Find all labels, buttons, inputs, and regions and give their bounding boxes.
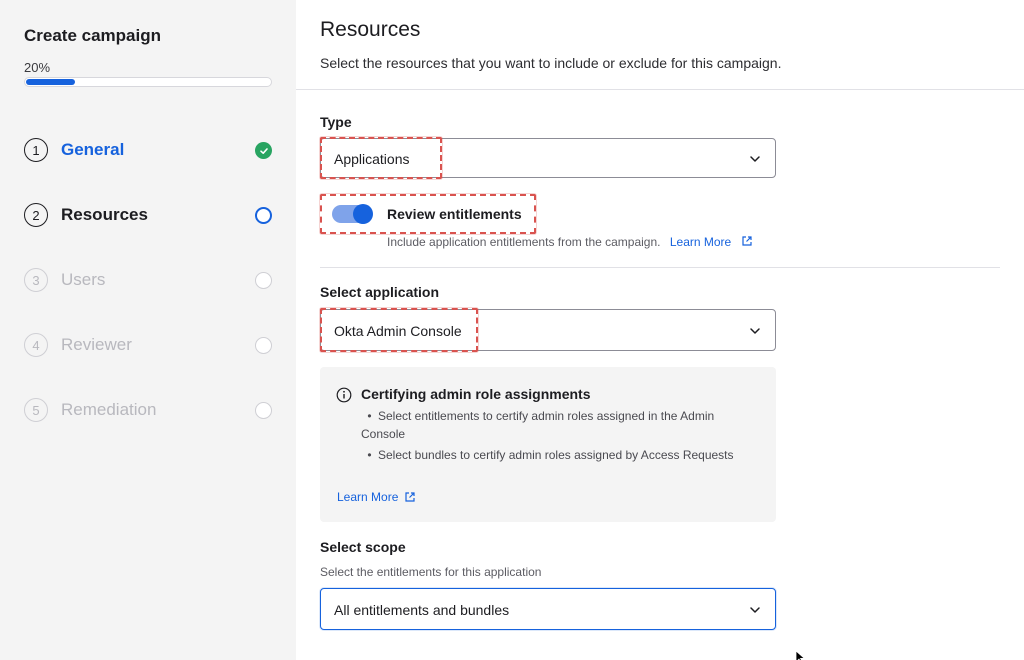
external-link-icon[interactable] [404,491,416,503]
wizard-title: Create campaign [24,26,161,45]
divider [296,89,1024,90]
step-label: Resources [61,205,148,224]
main-panel: Resources Select the resources that you … [296,0,1024,660]
step-reviewer[interactable]: 4 Reviewer [24,331,274,361]
step-label: Remediation [61,400,157,419]
divider [320,267,1000,268]
toggle-knob [353,204,373,224]
review-entitlements-toggle[interactable] [332,204,373,224]
step-label: Reviewer [61,335,132,354]
list-item: • Select bundles to certify admin roles a… [367,448,734,462]
learn-more-link[interactable]: Learn More [337,490,398,504]
step-number: 4 [24,333,48,357]
info-list: • Select entitlements to certify admin ro… [361,407,761,467]
scope-select[interactable]: All entitlements and bundles [320,588,776,630]
scope-select-value: All entitlements and bundles [334,602,510,618]
info-title: Certifying admin role assignments [361,386,591,402]
progress-bar [24,77,272,87]
application-select-value: Okta Admin Console [334,323,462,339]
step-label: General [61,140,125,159]
circle-outline-icon [255,402,272,419]
step-number: 3 [24,268,48,292]
chevron-down-icon [750,156,760,162]
check-circle-icon [255,142,272,159]
learn-more-link[interactable]: Learn More [670,235,731,249]
external-link-icon[interactable] [741,235,753,247]
circle-outline-icon [255,337,272,354]
circle-outline-icon [255,272,272,289]
page-title: Resources [320,18,421,41]
progress-bar-fill [26,79,76,85]
mouse-cursor-icon [795,650,805,660]
application-label: Select application [320,284,440,300]
list-item: • Select entitlements to certify admin ro… [361,409,715,441]
chevron-down-icon [750,607,760,613]
help-text: Include application entitlements from th… [387,235,661,249]
type-label: Type [320,114,352,130]
review-entitlements-help: Include application entitlements from th… [387,235,753,249]
chevron-down-icon [750,328,760,334]
step-resources[interactable]: 2 Resources [24,201,274,231]
application-select[interactable]: Okta Admin Console [320,309,776,351]
info-icon [336,387,352,403]
step-number: 5 [24,398,48,422]
scope-help: Select the entitlements for this applica… [320,565,542,579]
step-users[interactable]: 3 Users [24,266,274,296]
step-number: 2 [24,203,48,227]
info-learn-more[interactable]: Learn More [337,490,416,504]
type-select[interactable]: Applications [320,138,776,178]
step-label: Users [61,270,106,289]
scope-label: Select scope [320,539,406,555]
page-description: Select the resources that you want to in… [320,55,782,71]
type-select-value: Applications [334,151,410,167]
circle-outline-icon [255,207,272,224]
step-remediation[interactable]: 5 Remediation [24,396,274,426]
progress-percent: 20% [24,60,51,75]
review-entitlements-label: Review entitlements [387,206,522,222]
step-general[interactable]: 1 General [24,136,274,166]
wizard-sidebar: Create campaign 20% 1 General 2 Resource… [0,0,296,660]
step-number: 1 [24,138,48,162]
